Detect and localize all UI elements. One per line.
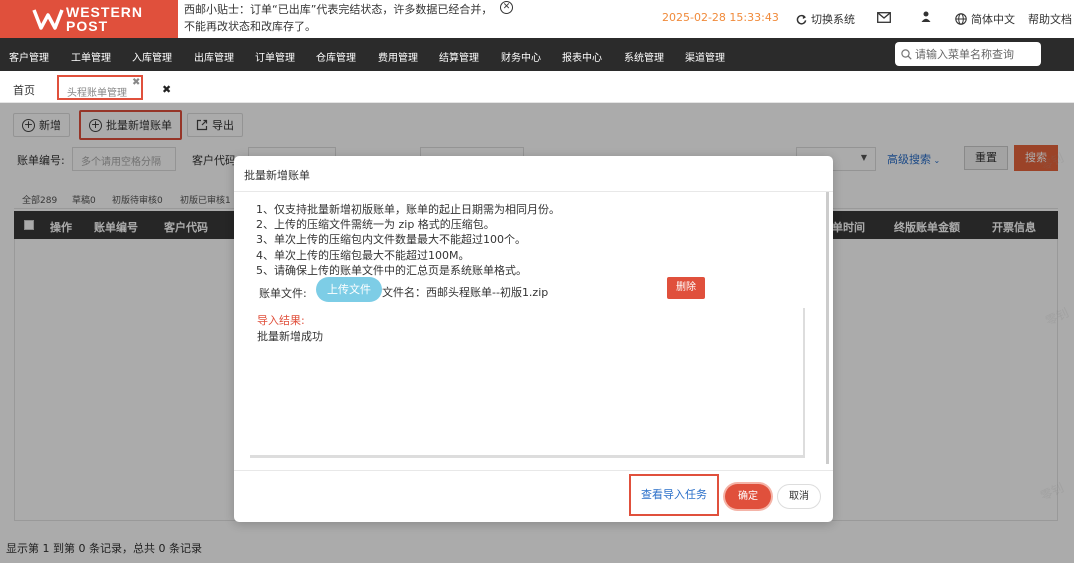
delete-file-button[interactable]: 删除 [667,277,705,299]
help-link[interactable]: 帮助文档 [1028,11,1072,27]
dialog-title: 批量新增账单 [234,156,833,192]
refresh-icon [796,14,807,24]
instruction-item: 5、请确保上传的账单文件中的汇总页是系统账单格式。 [256,263,527,277]
nav-item-workorder[interactable]: 工单管理 [71,49,111,64]
file-label: 账单文件: [259,287,307,300]
brand-mark-icon [32,9,64,30]
nav-item-customer[interactable]: 客户管理 [9,49,49,64]
page-tabs: 首页 头程账单管理 ✖ ✖ [0,71,1074,103]
menu-search-input[interactable] [915,47,1035,61]
menu-search [895,42,1041,66]
brand-logo[interactable]: WESTERN POST [0,0,178,38]
switch-system-label: 切换系统 [811,13,855,26]
tab-home[interactable]: 首页 [13,82,35,98]
user-button[interactable] [921,11,931,22]
top-bar: WESTERN POST 西邮小贴士：订单“已出库”代表完结状态，许多数据已经合… [0,0,1074,38]
tip-text: 西邮小贴士：订单“已出库”代表完结状态，许多数据已经合并，不能再改状态和改库存了… [184,3,493,33]
watermark: 零钊 [1038,150,1067,174]
tab-bill-management-label: 头程账单管理 [67,88,127,99]
confirm-button[interactable]: 确定 [725,484,771,509]
nav-item-fee[interactable]: 费用管理 [378,49,418,64]
upload-file-button[interactable]: 上传文件 [316,277,382,302]
batch-add-dialog: 批量新增账单 1、仅支持批量新增初版账单，账单的起止日期需为相同月份。 2、上传… [234,156,833,522]
instruction-item: 4、单次上传的压缩包最大不能超过100M。 [256,248,470,262]
import-result-text: 批量新增成功 [257,330,323,343]
search-icon [901,48,912,60]
nav-item-report[interactable]: 报表中心 [562,49,602,64]
tab-bill-management[interactable]: 头程账单管理 ✖ [57,75,143,100]
watermark: 零钊 [1043,305,1072,329]
dialog-footer: 查看导入任务 确定 取消 [234,470,833,522]
mail-button[interactable] [877,12,891,23]
help-label: 帮助文档 [1028,13,1072,26]
brand-text: WESTERN POST [66,4,143,34]
nav-item-settlement[interactable]: 结算管理 [439,49,479,64]
main-nav: 客户管理 工单管理 入库管理 出库管理 订单管理 仓库管理 费用管理 结算管理 … [0,38,1074,71]
user-icon [921,11,931,22]
tab-close-icon[interactable]: ✖ [132,77,140,88]
cancel-button[interactable]: 取消 [777,484,821,509]
view-import-task-button[interactable]: 查看导入任务 [629,474,719,516]
nav-item-system[interactable]: 系统管理 [624,49,664,64]
tip-close-icon[interactable]: ✕ [500,1,513,14]
instruction-item: 3、单次上传的压缩包内文件数量最大不能超过100个。 [256,233,526,247]
nav-item-channel[interactable]: 渠道管理 [685,49,725,64]
nav-item-order[interactable]: 订单管理 [255,49,295,64]
close-all-tabs-icon[interactable]: ✖ [162,83,171,96]
language-label: 简体中文 [971,13,1015,26]
mail-icon [877,12,891,23]
switch-system-button[interactable]: 切换系统 [796,11,855,27]
import-result-box: 导入结果: 批量新增成功 [250,308,805,458]
instructions: 1、仅支持批量新增初版账单，账单的起止日期需为相同月份。 2、上传的压缩文件需统… [256,202,560,278]
nav-item-inbound[interactable]: 入库管理 [132,49,172,64]
nav-item-finance[interactable]: 财务中心 [501,49,541,64]
watermark: 零钊 [1038,480,1067,504]
instruction-item: 2、上传的压缩文件需统一为 zip 格式的压缩包。 [256,218,495,232]
language-selector[interactable]: 简体中文 [955,11,1015,27]
file-name: 文件名：西邮头程账单--初版1.zip [382,286,549,299]
dialog-body: 1、仅支持批量新增初版账单，账单的起止日期需为相同月份。 2、上传的压缩文件需统… [234,192,833,470]
dialog-scrollbar[interactable] [826,192,829,464]
clock: 2025-02-28 15:33:43 [662,11,779,24]
globe-icon [955,13,967,25]
nav-item-outbound[interactable]: 出库管理 [194,49,234,64]
import-result-title: 导入结果: [257,314,305,327]
instruction-item: 1、仅支持批量新增初版账单，账单的起止日期需为相同月份。 [256,203,560,216]
nav-item-warehouse[interactable]: 仓库管理 [316,49,356,64]
